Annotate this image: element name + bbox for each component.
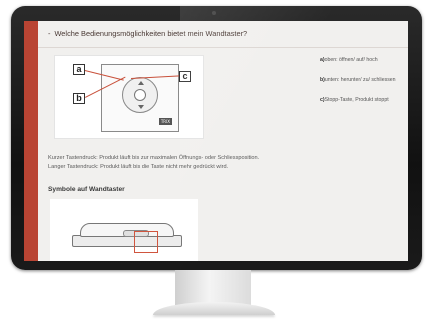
description-line-2: Langer Tastendruck: Produkt läuft bis di… (48, 164, 229, 170)
question-text: Welche Bedienungsmöglichkeiten bietet me… (54, 29, 248, 38)
legend-item-c: c)Stopp-Taste, Produkt stoppt (320, 97, 406, 103)
faq-question[interactable]: - Welche Bedienungsmöglichkeiten bietet m… (48, 29, 247, 38)
callout-b: b (73, 93, 85, 104)
remote-device-illustration (72, 221, 182, 255)
legend-text: oben: öffnen/ auf/ hoch (324, 57, 378, 63)
brand-label: TRIX (158, 118, 172, 125)
stop-button-icon (134, 89, 146, 101)
wall-switch-plate: TRIX (101, 64, 179, 132)
question-dash: - (48, 29, 51, 38)
remote-device-figure (50, 199, 198, 261)
symbols-heading: Symbole auf Wandtaster (48, 186, 125, 193)
legend-item-b: b)unten: herunter/ zu/ schliessen (320, 77, 406, 83)
description-text: Kurzer Tastendruck: Produkt läuft bis zu… (48, 154, 259, 172)
monitor-stand-foot (153, 302, 275, 315)
legend-text: unten: herunter/ zu/ schliessen (324, 77, 396, 83)
camera-icon (212, 11, 216, 15)
divider (38, 47, 408, 48)
switch-dial-icon (122, 77, 158, 113)
wall-switch-figure: TRIX a b c (54, 55, 204, 139)
arrow-up-icon (138, 81, 144, 85)
device-top (80, 223, 174, 237)
legend-text: Stopp-Taste, Produkt stoppt (324, 97, 389, 103)
description-line-1: Kurzer Tastendruck: Produkt läuft bis zu… (48, 155, 260, 161)
arrow-down-icon (138, 105, 144, 109)
monitor-screen: - Welche Bedienungsmöglichkeiten bietet m… (24, 21, 408, 261)
callout-c: c (179, 71, 191, 82)
legend-list: a)oben: öffnen/ auf/ hoch b)unten: herun… (320, 57, 406, 117)
faq-panel: - Welche Bedienungsmöglichkeiten bietet m… (38, 21, 408, 261)
monitor-mockup: - Welche Bedienungsmöglichkeiten bietet m… (0, 0, 431, 325)
callout-a: a (73, 64, 85, 75)
highlight-box (134, 231, 158, 253)
monitor-stand-neck (175, 270, 251, 306)
legend-item-a: a)oben: öffnen/ auf/ hoch (320, 57, 406, 63)
